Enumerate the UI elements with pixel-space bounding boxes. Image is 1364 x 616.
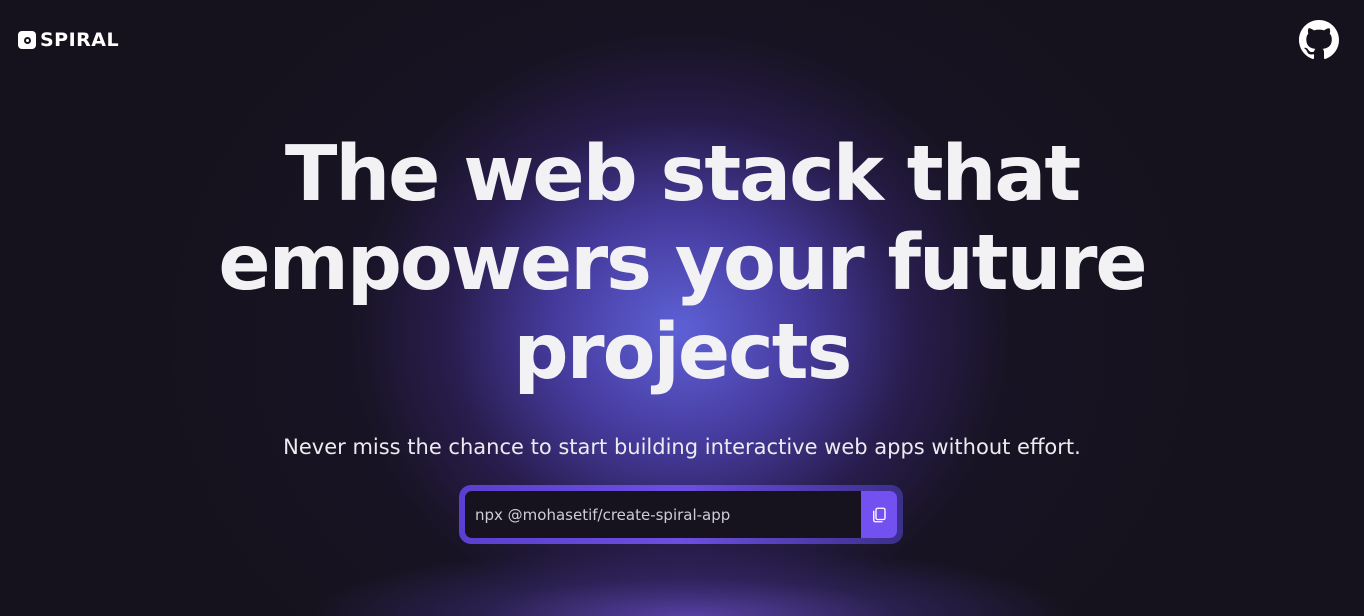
github-icon [1299,20,1339,60]
spiral-logo-icon [18,31,36,49]
brand-logo[interactable]: SPIRAL [18,30,119,50]
install-command-inner: npx @mohasetif/create-spiral-app [465,491,897,538]
headline-line-2: empowers your future [218,219,1147,308]
github-link[interactable] [1299,20,1339,60]
install-command-text[interactable]: npx @mohasetif/create-spiral-app [465,491,861,538]
brand-name: SPIRAL [40,29,120,51]
headline-line-1: The web stack that [284,130,1081,219]
hero-headline: The web stack that empowers your future … [182,130,1182,397]
headline-line-3: projects [513,308,853,397]
copy-button[interactable] [861,491,897,538]
copy-icon [873,507,886,522]
hero-subtitle: Never miss the chance to start building … [283,435,1081,459]
install-command-box: npx @mohasetif/create-spiral-app [459,485,903,544]
